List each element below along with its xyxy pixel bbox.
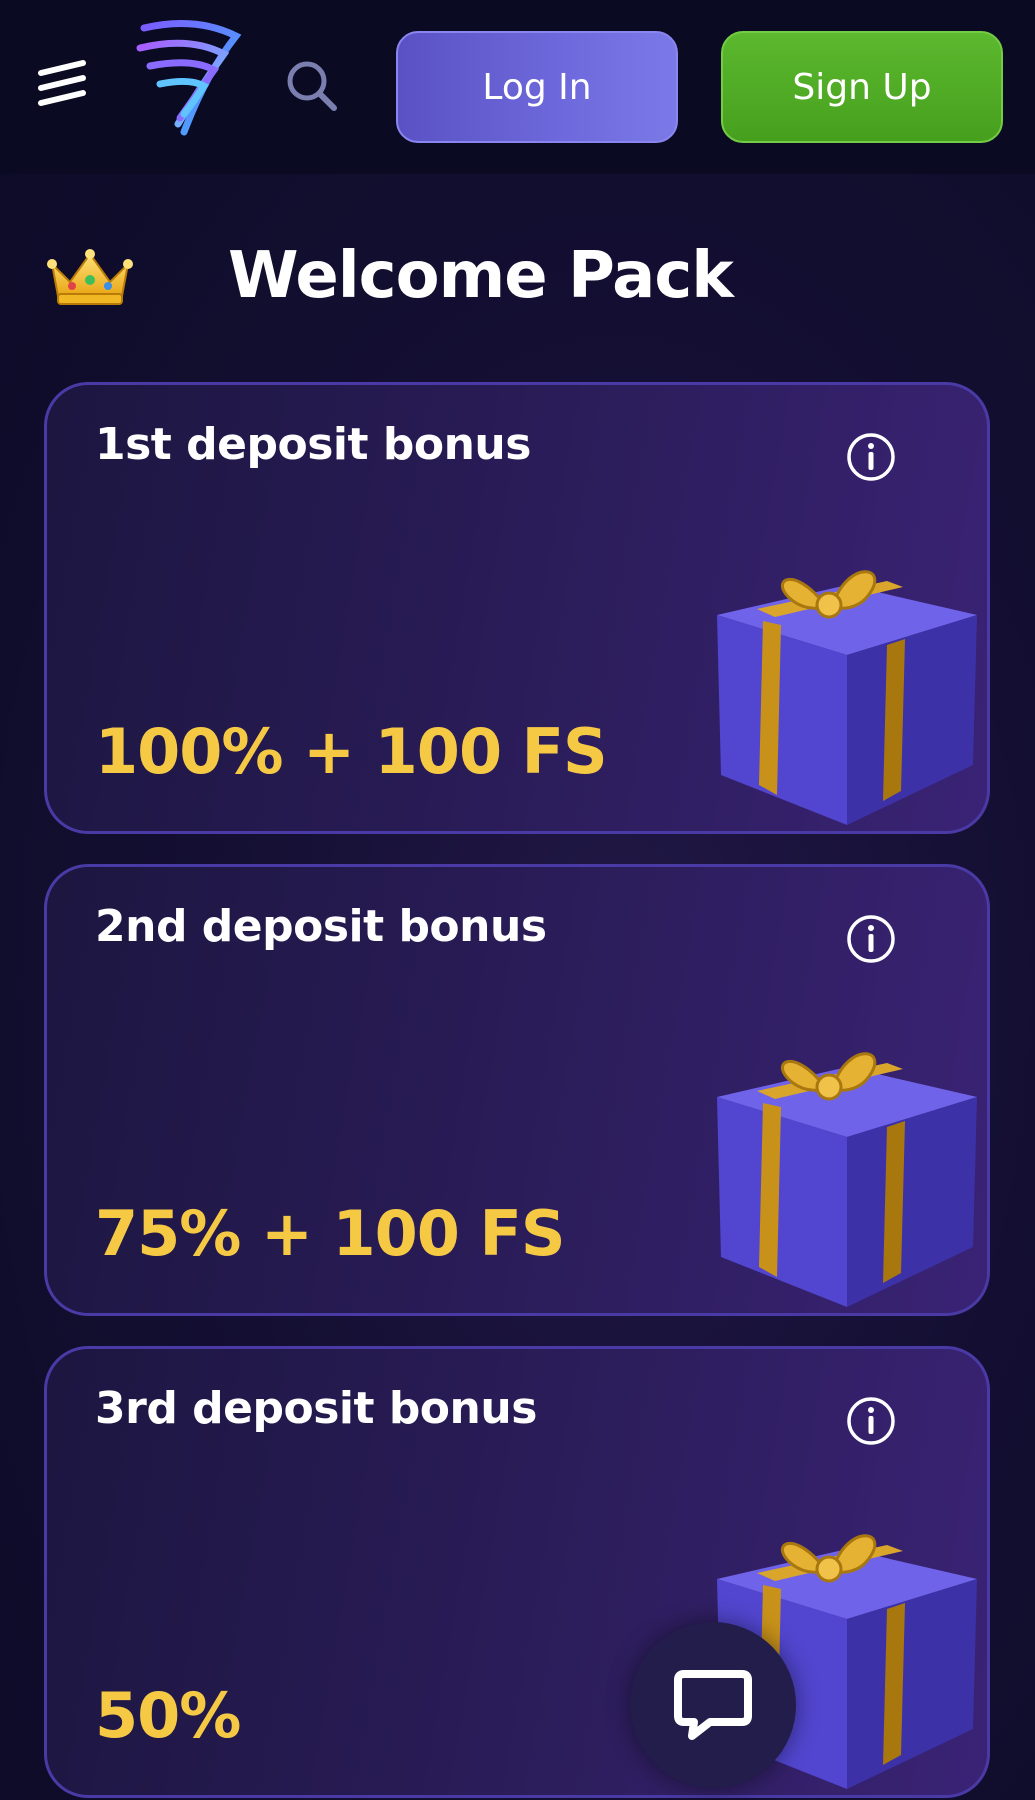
- bonus-card-3[interactable]: 3rd deposit bonus 50%: [44, 1346, 990, 1798]
- menu-icon: [38, 60, 86, 106]
- login-button[interactable]: Log In: [396, 31, 678, 143]
- bonus-value: 100% + 100 FS: [95, 715, 608, 788]
- info-button[interactable]: [843, 429, 899, 485]
- page-title: Welcome Pack: [228, 239, 734, 313]
- bonus-title: 3rd deposit bonus: [95, 1383, 537, 1434]
- bonus-value: 50%: [95, 1679, 241, 1752]
- bonus-value: 75% + 100 FS: [95, 1197, 566, 1270]
- chat-bubble-icon: [674, 1670, 752, 1740]
- info-icon: [847, 915, 895, 963]
- info-icon: [847, 1397, 895, 1445]
- welcome-pack-header: Welcome Pack: [46, 226, 734, 326]
- signup-button[interactable]: Sign Up: [721, 31, 1003, 143]
- page: Log In Sign Up Welcome Pack 1st deposit …: [0, 0, 1035, 1800]
- info-button[interactable]: [843, 1393, 899, 1449]
- search-icon: [287, 61, 337, 111]
- bonus-card-1[interactable]: 1st deposit bonus 100% + 100 FS: [44, 382, 990, 834]
- brand-logo[interactable]: [136, 14, 248, 142]
- bonus-title: 2nd deposit bonus: [95, 901, 547, 952]
- info-button[interactable]: [843, 911, 899, 967]
- crown-icon: [47, 249, 133, 305]
- search-button[interactable]: [282, 56, 342, 116]
- bonus-title: 1st deposit bonus: [95, 419, 531, 470]
- menu-button[interactable]: [30, 52, 94, 116]
- gift-icon: [717, 1052, 977, 1307]
- info-icon: [847, 433, 895, 481]
- chat-button[interactable]: [630, 1622, 796, 1788]
- top-bar: Log In Sign Up: [0, 0, 1035, 174]
- bonus-card-2[interactable]: 2nd deposit bonus 75% + 100 FS: [44, 864, 990, 1316]
- gift-icon: [717, 570, 977, 825]
